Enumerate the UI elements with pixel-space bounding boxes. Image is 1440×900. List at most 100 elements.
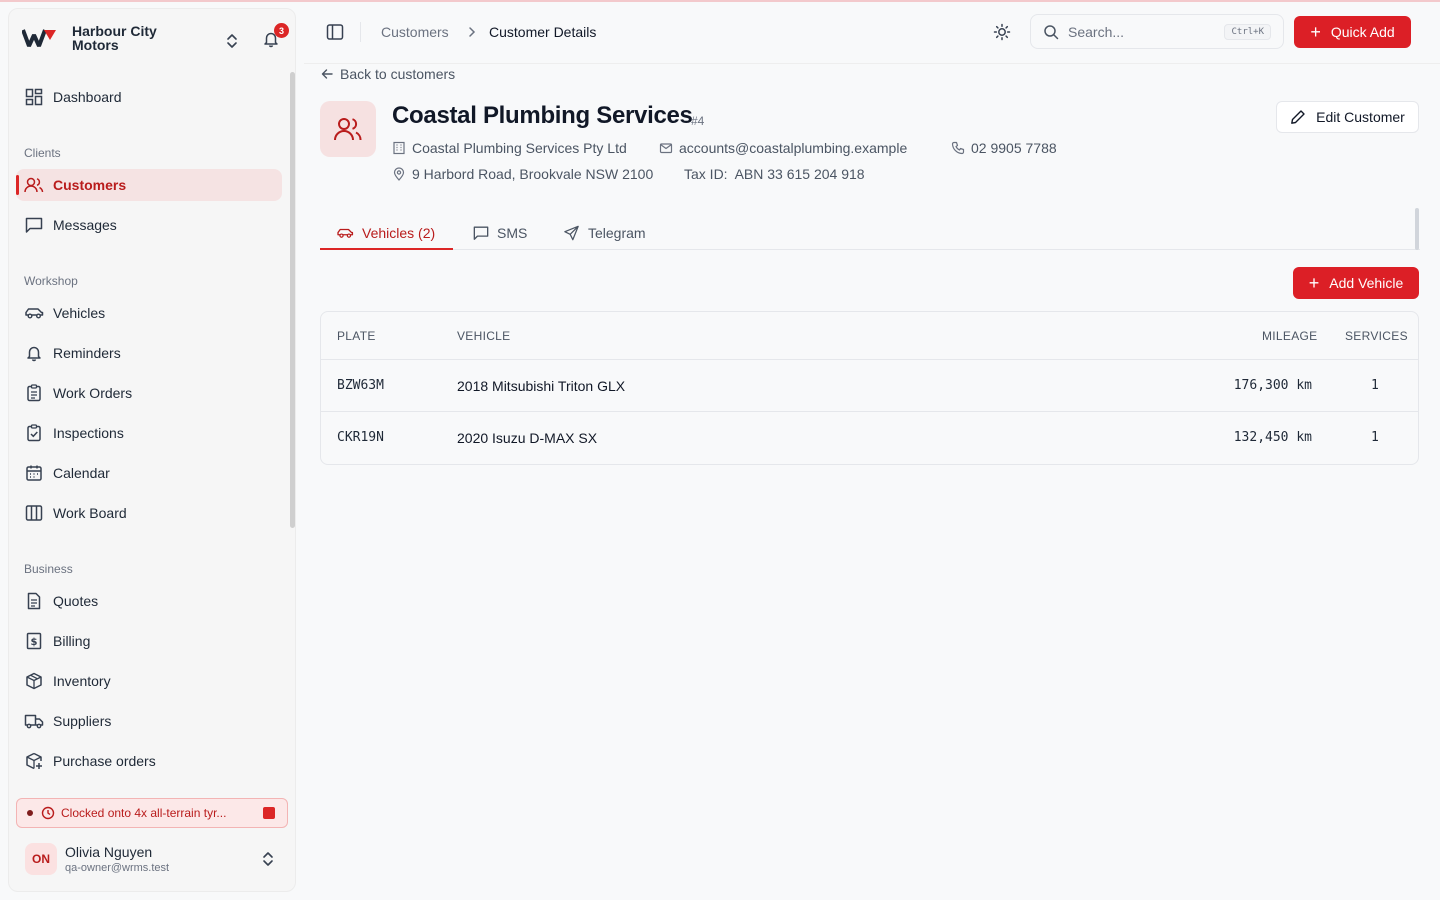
message-square-icon <box>24 215 44 235</box>
sidebar-item-calendar[interactable]: Calendar <box>16 457 282 489</box>
users-icon <box>24 175 44 195</box>
quick-add-button[interactable]: + Quick Add <box>1294 16 1411 48</box>
sidebar-item-label: Billing <box>53 633 91 649</box>
column-header-plate[interactable]: PLATE <box>337 329 376 343</box>
email-value: accounts@coastalplumbing.example <box>679 140 908 156</box>
status-dot <box>27 810 33 816</box>
sidebar-item-suppliers[interactable]: Suppliers <box>16 705 282 737</box>
sidebar-item-billing[interactable]: $ Billing <box>16 625 282 657</box>
tabs-scrollbar[interactable] <box>1415 208 1419 250</box>
back-link-label: Back to customers <box>340 66 456 82</box>
tab-telegram-label: Telegram <box>588 225 646 241</box>
edit-customer-button[interactable]: Edit Customer <box>1276 101 1419 133</box>
sidebar-item-work-board[interactable]: Work Board <box>16 497 282 529</box>
arrow-left-icon <box>321 69 333 79</box>
user-name: Olivia Nguyen <box>65 844 153 860</box>
sidebar-item-label: Work Orders <box>53 385 133 401</box>
column-header-services[interactable]: SERVICES <box>1345 329 1408 343</box>
search-icon <box>1044 24 1059 39</box>
sun-icon[interactable] <box>992 22 1012 42</box>
send-icon <box>564 225 579 241</box>
header-divider <box>360 22 361 42</box>
tabs-border <box>320 249 1420 250</box>
mileage-cell: 176,300 km <box>1233 378 1312 393</box>
vehicles-table: PLATE VEHICLE MILEAGE SERVICES BZW63M 20… <box>320 311 1419 465</box>
building-icon <box>393 141 405 155</box>
services-cell: 1 <box>1371 378 1379 393</box>
breadcrumb-customers[interactable]: Customers <box>381 24 449 40</box>
truck-icon <box>24 711 44 731</box>
sidebar-toggle-icon[interactable] <box>326 23 344 41</box>
sidebar-item-vehicles[interactable]: Vehicles <box>16 297 282 329</box>
bell-icon <box>24 343 44 363</box>
add-vehicle-button[interactable]: + Add Vehicle <box>1293 267 1419 299</box>
column-header-mileage[interactable]: MILEAGE <box>1262 329 1317 343</box>
phone-icon <box>951 141 965 155</box>
tab-vehicles[interactable]: Vehicles (2) <box>336 216 435 250</box>
avatar: ON <box>25 843 57 875</box>
customer-company: Coastal Plumbing Services Pty Ltd <box>392 140 627 156</box>
sidebar-item-label: Messages <box>53 217 117 233</box>
customer-id: #4 <box>691 114 705 128</box>
chevron-up-down-icon <box>263 852 273 866</box>
sidebar-item-label: Dashboard <box>53 89 122 105</box>
sidebar-item-dashboard[interactable]: Dashboard <box>16 81 282 113</box>
column-header-vehicle[interactable]: VEHICLE <box>457 329 510 343</box>
svg-text:$: $ <box>31 637 38 648</box>
search-input[interactable]: Search... Ctrl+K <box>1030 14 1284 49</box>
mileage-cell: 132,450 km <box>1233 430 1312 445</box>
chevron-right-icon <box>469 27 476 37</box>
tab-sms-label: SMS <box>497 225 528 241</box>
header-border <box>304 63 1440 64</box>
breadcrumb-current: Customer Details <box>489 24 597 40</box>
sidebar-item-inventory[interactable]: Inventory <box>16 665 282 697</box>
customer-tax: Tax ID: ABN 33 615 204 918 <box>684 166 865 182</box>
clipboard-list-icon <box>24 383 44 403</box>
vehicle-cell: 2018 Mitsubishi Triton GLX <box>457 378 626 394</box>
receipt-dollar-icon: $ <box>24 631 44 651</box>
sidebar-item-quotes[interactable]: Quotes <box>16 585 282 617</box>
edit-customer-label: Edit Customer <box>1316 109 1405 125</box>
sidebar-item-label: Work Board <box>53 505 127 521</box>
chevron-up-down-icon[interactable] <box>224 32 240 50</box>
plus-icon: + <box>1310 22 1321 42</box>
sidebar-item-label: Inspections <box>53 425 124 441</box>
user-menu[interactable]: ON Olivia Nguyen qa-owner@wrms.test <box>16 836 288 882</box>
user-email: qa-owner@wrms.test <box>65 862 170 874</box>
tax-label: Tax ID: <box>684 166 728 182</box>
car-icon <box>337 228 354 238</box>
phone-value: 02 9905 7788 <box>971 140 1057 156</box>
mail-icon <box>659 143 673 154</box>
sidebar-item-customers[interactable]: Customers <box>16 169 282 201</box>
sidebar-scrollbar[interactable] <box>290 72 295 528</box>
sidebar-item-work-orders[interactable]: Work Orders <box>16 377 282 409</box>
stop-icon[interactable] <box>263 807 275 819</box>
tab-sms[interactable]: SMS <box>473 216 527 250</box>
table-row[interactable]: CKR19N 2020 Isuzu D-MAX SX 132,450 km 1 <box>321 411 1418 463</box>
table-row[interactable]: BZW63M 2018 Mitsubishi Triton GLX 176,30… <box>321 359 1418 411</box>
brand-logo <box>22 29 56 47</box>
back-link[interactable]: Back to customers <box>320 66 455 82</box>
sidebar-item-label: Purchase orders <box>53 753 156 769</box>
sidebar-item-label: Inventory <box>53 673 111 689</box>
sidebar-item-inspections[interactable]: Inspections <box>16 417 282 449</box>
sidebar-item-purchase-orders[interactable]: Purchase orders <box>16 745 282 777</box>
brand[interactable]: Harbour City Motors <box>22 16 182 60</box>
sidebar-item-label: Suppliers <box>53 713 112 729</box>
sidebar-item-messages[interactable]: Messages <box>16 209 282 241</box>
clock-status-bar[interactable]: Clocked onto 4x all-terrain tyr... <box>16 798 288 828</box>
customer-phone[interactable]: 02 9905 7788 <box>951 140 1057 156</box>
package-icon <box>24 671 44 691</box>
top-accent-line <box>0 0 1440 2</box>
company-name: Coastal Plumbing Services Pty Ltd <box>412 140 627 156</box>
customer-email[interactable]: accounts@coastalplumbing.example <box>659 140 907 156</box>
brand-name: Harbour City Motors <box>72 23 157 53</box>
active-tab-indicator <box>320 248 453 250</box>
sidebar-item-reminders[interactable]: Reminders <box>16 337 282 369</box>
message-square-icon <box>473 226 489 240</box>
sidebar-item-label: Quotes <box>53 593 99 609</box>
sidebar-item-label: Calendar <box>53 465 110 481</box>
plate-cell: BZW63M <box>337 378 384 393</box>
sidebar-item-label: Reminders <box>53 345 121 361</box>
tab-telegram[interactable]: Telegram <box>563 216 646 250</box>
